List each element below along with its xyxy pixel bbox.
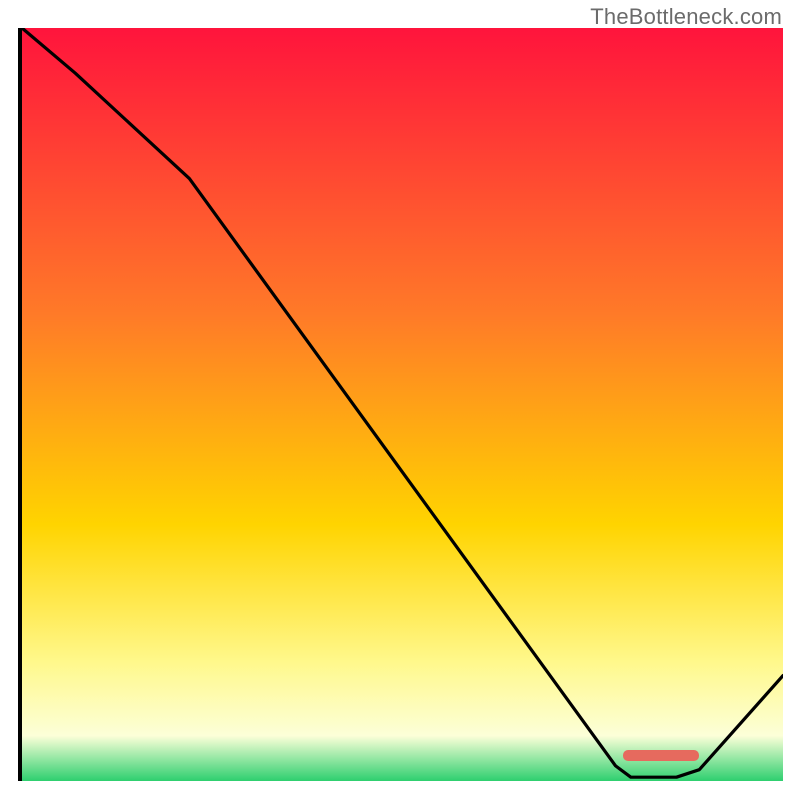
plot-area: [22, 28, 783, 781]
bottleneck-chart: [22, 28, 783, 781]
watermark-text: TheBottleneck.com: [590, 4, 782, 30]
chart-container: TheBottleneck.com: [0, 0, 800, 800]
gradient-background: [22, 28, 783, 781]
optimal-range-marker: [623, 750, 699, 761]
